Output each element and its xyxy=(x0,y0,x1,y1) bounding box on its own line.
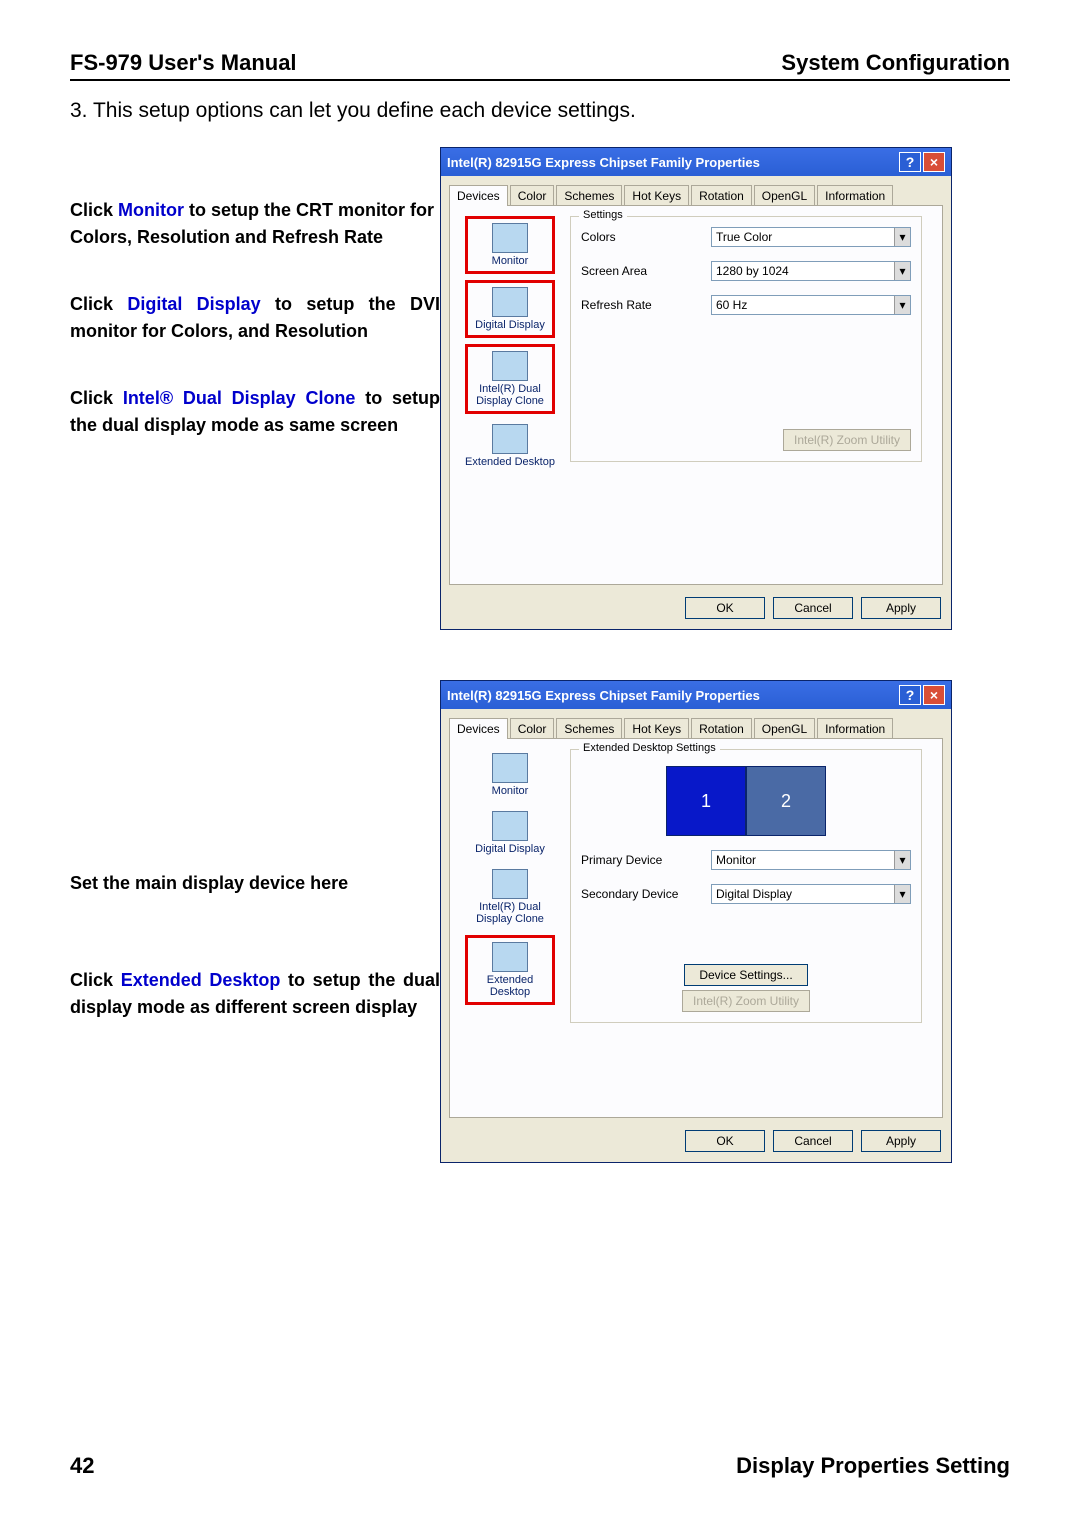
cancel-button[interactable]: Cancel xyxy=(773,597,853,619)
monitor-preview[interactable]: 1 2 xyxy=(581,760,911,850)
manual-title: FS-979 User's Manual xyxy=(70,50,297,76)
settings-fieldset: Settings Colors True Color▾ Screen Area … xyxy=(570,216,922,462)
section-title: System Configuration xyxy=(781,50,1010,76)
cancel-button[interactable]: Cancel xyxy=(773,1130,853,1152)
close-button[interactable]: × xyxy=(923,685,945,705)
annotations-left-2: Set the main display device here Click E… xyxy=(70,680,440,1163)
monitor-icon xyxy=(492,223,528,253)
extended-legend: Extended Desktop Settings xyxy=(579,742,720,754)
monitor-icon xyxy=(492,753,528,783)
monitor-1[interactable]: 1 xyxy=(666,766,746,836)
tab-rotation[interactable]: Rotation xyxy=(691,185,752,206)
device-clone[interactable]: Intel(R) Dual Display Clone xyxy=(465,344,555,414)
ok-button[interactable]: OK xyxy=(685,1130,765,1152)
window-title: Intel(R) 82915G Express Chipset Family P… xyxy=(447,155,897,170)
chevron-down-icon: ▾ xyxy=(894,228,910,246)
device-column: Monitor Digital Display Intel(R) Dual Di… xyxy=(460,216,560,574)
tab-opengl[interactable]: OpenGL xyxy=(754,718,815,739)
settings-column: Settings Colors True Color▾ Screen Area … xyxy=(560,216,932,574)
tab-color[interactable]: Color xyxy=(510,185,555,206)
help-button[interactable]: ? xyxy=(899,685,921,705)
footer-section: Display Properties Setting xyxy=(736,1453,1010,1479)
ok-button[interactable]: OK xyxy=(685,597,765,619)
tab-devices[interactable]: Devices xyxy=(449,185,508,206)
dual-monitor-icon xyxy=(492,869,528,899)
annotations-left: Click Monitor to setup the CRT monitor f… xyxy=(70,147,440,630)
device-extended[interactable]: Extended Desktop xyxy=(465,420,555,472)
page-header: FS-979 User's Manual System Configuratio… xyxy=(70,50,1010,81)
page-number: 42 xyxy=(70,1453,94,1479)
chevron-down-icon: ▾ xyxy=(894,851,910,869)
tab-panel: Monitor Digital Display Intel(R) Dual Di… xyxy=(449,738,943,1118)
titlebar[interactable]: Intel(R) 82915G Express Chipset Family P… xyxy=(441,681,951,709)
tab-information[interactable]: Information xyxy=(817,185,893,206)
primary-device-label: Primary Device xyxy=(581,853,711,867)
chevron-down-icon: ▾ xyxy=(894,885,910,903)
figure-2: Set the main display device here Click E… xyxy=(70,680,1010,1163)
zoom-utility-button: Intel(R) Zoom Utility xyxy=(783,429,911,451)
chevron-down-icon: ▾ xyxy=(894,296,910,314)
tab-information[interactable]: Information xyxy=(817,718,893,739)
settings-legend: Settings xyxy=(579,209,627,221)
properties-dialog-1: Intel(R) 82915G Express Chipset Family P… xyxy=(440,147,952,630)
apply-button[interactable]: Apply xyxy=(861,1130,941,1152)
device-extended[interactable]: Extended Desktop xyxy=(465,935,555,1005)
close-button[interactable]: × xyxy=(923,152,945,172)
device-digital[interactable]: Digital Display xyxy=(465,807,555,859)
tab-schemes[interactable]: Schemes xyxy=(556,718,622,739)
screen-area-combo[interactable]: 1280 by 1024▾ xyxy=(711,261,911,281)
anno-digital: Click Digital Display to setup the DVI m… xyxy=(70,291,440,345)
tab-color[interactable]: Color xyxy=(510,718,555,739)
anno-monitor: Click Monitor to setup the CRT monitor f… xyxy=(70,197,440,251)
tab-hotkeys[interactable]: Hot Keys xyxy=(624,718,689,739)
tab-rotation[interactable]: Rotation xyxy=(691,718,752,739)
primary-device-combo[interactable]: Monitor▾ xyxy=(711,850,911,870)
tab-panel: Monitor Digital Display Intel(R) Dual Di… xyxy=(449,205,943,585)
tab-hotkeys[interactable]: Hot Keys xyxy=(624,185,689,206)
extended-settings-fieldset: Extended Desktop Settings 1 2 Primary De… xyxy=(570,749,922,1023)
monitor-2[interactable]: 2 xyxy=(746,766,826,836)
anno-primary: Set the main display device here xyxy=(70,870,440,897)
properties-dialog-2: Intel(R) 82915G Express Chipset Family P… xyxy=(440,680,952,1163)
device-monitor[interactable]: Monitor xyxy=(465,216,555,274)
tab-schemes[interactable]: Schemes xyxy=(556,185,622,206)
help-button[interactable]: ? xyxy=(899,152,921,172)
dual-monitor-icon xyxy=(492,942,528,972)
apply-button[interactable]: Apply xyxy=(861,597,941,619)
secondary-device-label: Secondary Device xyxy=(581,887,711,901)
figure-1: Click Monitor to setup the CRT monitor f… xyxy=(70,147,1010,630)
device-digital[interactable]: Digital Display xyxy=(465,280,555,338)
window-title: Intel(R) 82915G Express Chipset Family P… xyxy=(447,688,897,703)
anno-extended: Click Extended Desktop to setup the dual… xyxy=(70,967,440,1021)
tab-strip: Devices Color Schemes Hot Keys Rotation … xyxy=(441,709,951,738)
dual-monitor-icon xyxy=(492,351,528,381)
device-column: Monitor Digital Display Intel(R) Dual Di… xyxy=(460,749,560,1107)
colors-label: Colors xyxy=(581,230,711,244)
refresh-rate-combo[interactable]: 60 Hz▾ xyxy=(711,295,911,315)
anno-clone: Click Intel® Dual Display Clone to setup… xyxy=(70,385,440,439)
monitor-icon xyxy=(492,811,528,841)
tab-opengl[interactable]: OpenGL xyxy=(754,185,815,206)
colors-combo[interactable]: True Color▾ xyxy=(711,227,911,247)
tab-devices[interactable]: Devices xyxy=(449,718,508,739)
tab-strip: Devices Color Schemes Hot Keys Rotation … xyxy=(441,176,951,205)
button-row: OK Cancel Apply xyxy=(441,593,951,629)
device-settings-button[interactable]: Device Settings... xyxy=(684,964,807,986)
device-clone[interactable]: Intel(R) Dual Display Clone xyxy=(465,865,555,929)
zoom-utility-button: Intel(R) Zoom Utility xyxy=(682,990,810,1012)
dual-monitor-icon xyxy=(492,424,528,454)
refresh-rate-label: Refresh Rate xyxy=(581,298,711,312)
secondary-device-combo[interactable]: Digital Display▾ xyxy=(711,884,911,904)
titlebar[interactable]: Intel(R) 82915G Express Chipset Family P… xyxy=(441,148,951,176)
screen-area-label: Screen Area xyxy=(581,264,711,278)
monitor-icon xyxy=(492,287,528,317)
device-monitor[interactable]: Monitor xyxy=(465,749,555,801)
chevron-down-icon: ▾ xyxy=(894,262,910,280)
intro-text: 3. This setup options can let you define… xyxy=(70,99,1010,123)
page-footer: 42 Display Properties Setting xyxy=(70,1453,1010,1479)
extended-settings-column: Extended Desktop Settings 1 2 Primary De… xyxy=(560,749,932,1107)
button-row: OK Cancel Apply xyxy=(441,1126,951,1162)
